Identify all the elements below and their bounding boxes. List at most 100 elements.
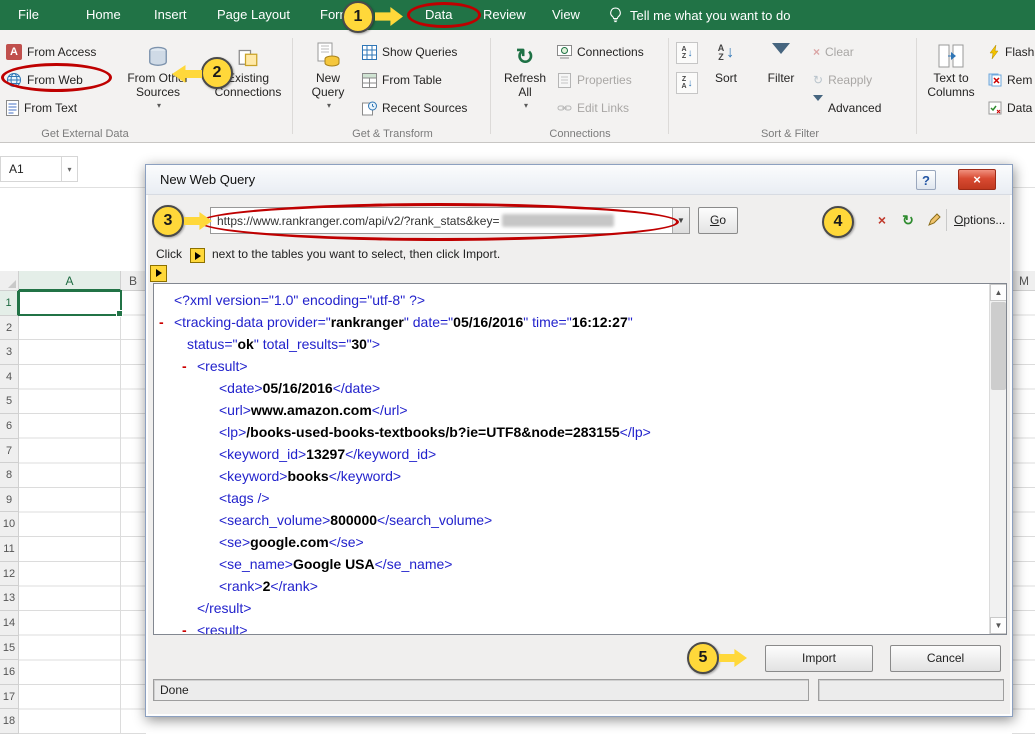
row-header[interactable]: 8	[0, 463, 19, 488]
chevron-down-icon: ▾	[524, 99, 528, 113]
sort-za-button[interactable]: ZA↓	[676, 72, 698, 94]
row-header[interactable]: 12	[0, 562, 19, 587]
options-button[interactable]: Options...	[954, 213, 1005, 227]
dialog-title-bar[interactable]: New Web Query ? ×	[146, 165, 1012, 195]
advanced-button[interactable]: Advanced	[813, 96, 881, 120]
funnel-icon	[772, 38, 790, 68]
collapse-toggle[interactable]: -	[159, 311, 164, 333]
row-header[interactable]: 17	[0, 685, 19, 710]
collapse-toggle[interactable]: -	[182, 619, 187, 634]
text-to-columns-button[interactable]: Text to Columns	[920, 38, 982, 99]
row-header[interactable]: 3	[0, 340, 19, 365]
from-text-button[interactable]: From Text	[6, 96, 77, 120]
refresh-all-button[interactable]: ↻ Refresh All ▾	[497, 38, 553, 113]
row-header[interactable]: 2	[0, 316, 19, 341]
row-header[interactable]: 16	[0, 660, 19, 685]
highlight-oval-data-tab	[407, 2, 481, 28]
stop-icon[interactable]: ×	[872, 210, 892, 230]
row-header[interactable]: 5	[0, 389, 19, 414]
group-label-get-external-data: Get External Data	[0, 128, 170, 140]
data-validation-icon	[988, 101, 1002, 115]
callout-4: 4	[822, 206, 854, 238]
chevron-down-icon: ▾	[157, 99, 161, 113]
properties-button: Properties	[557, 68, 632, 92]
row-header[interactable]: 14	[0, 611, 19, 636]
scrollbar-thumb[interactable]	[991, 302, 1006, 390]
tab-page-layout[interactable]: Page Layout	[213, 0, 294, 30]
flash-fill-icon	[988, 45, 1000, 59]
status-bar-secondary	[818, 679, 1004, 701]
xml-line: <se_name>Google USA</se_name>	[154, 553, 989, 575]
from-access-button[interactable]: A From Access	[6, 40, 96, 64]
cancel-button[interactable]: Cancel	[890, 645, 1001, 672]
highlight-oval-from-web	[1, 63, 112, 92]
row-header[interactable]: 6	[0, 414, 19, 439]
recent-sources-button[interactable]: Recent Sources	[362, 96, 467, 120]
row-header[interactable]: 1	[0, 291, 19, 316]
remove-duplicates-button[interactable]: Rem	[988, 68, 1032, 92]
ribbon: A From Access From Web From Text From Ot…	[0, 30, 1035, 143]
remove-duplicates-icon	[988, 73, 1002, 87]
import-button[interactable]: Import	[765, 645, 873, 672]
group-label-sort-filter: Sort & Filter	[690, 128, 890, 140]
data-validation-button[interactable]: Data	[988, 96, 1032, 120]
filter-button[interactable]: Filter	[757, 38, 805, 85]
tell-me-label: Tell me what you want to do	[630, 8, 790, 23]
tab-home[interactable]: Home	[82, 0, 125, 30]
close-button[interactable]: ×	[958, 169, 996, 190]
recent-clock-icon	[362, 101, 377, 116]
toolbar-separator	[946, 209, 947, 231]
column-header-a[interactable]: A	[19, 271, 121, 291]
queries-grid-icon	[362, 45, 377, 60]
sort-button[interactable]: AZ↓ Sort	[704, 38, 748, 85]
show-queries-button[interactable]: Show Queries	[362, 40, 457, 64]
row-header[interactable]: 18	[0, 709, 19, 734]
new-query-button[interactable]: New Query ▾	[299, 38, 357, 113]
tab-review[interactable]: Review	[479, 0, 530, 30]
tab-insert[interactable]: Insert	[150, 0, 191, 30]
vertical-scrollbar[interactable]: ▲ ▼	[989, 284, 1006, 634]
row-header[interactable]: 9	[0, 488, 19, 513]
connections-sheets-icon	[238, 38, 258, 68]
tab-file[interactable]: File	[14, 0, 43, 30]
group-label-get-transform: Get & Transform	[300, 128, 485, 140]
clear-icon: ×	[813, 45, 820, 59]
status-bar: Done	[153, 679, 809, 701]
name-box[interactable]: A1	[0, 156, 62, 182]
table-select-arrow-button[interactable]	[150, 264, 167, 281]
scroll-down-button[interactable]: ▼	[990, 617, 1007, 634]
sort-az-button[interactable]: AZ↓	[676, 42, 698, 64]
row-header[interactable]: 13	[0, 586, 19, 611]
row-header[interactable]: 4	[0, 365, 19, 390]
name-box-dropdown[interactable]: ▾	[62, 156, 78, 182]
group-label-connections: Connections	[490, 128, 670, 140]
column-header-m[interactable]: M	[1012, 271, 1035, 291]
refresh-icon[interactable]: ↻	[898, 210, 918, 230]
help-button[interactable]: ?	[916, 170, 936, 190]
row-header[interactable]: 7	[0, 439, 19, 464]
edit-icon[interactable]	[924, 210, 944, 230]
scroll-up-button[interactable]: ▲	[990, 284, 1007, 301]
reapply-icon: ↻	[813, 73, 823, 87]
connections-button[interactable]: Connections	[557, 40, 644, 64]
select-all-corner[interactable]	[0, 271, 19, 291]
flash-fill-button[interactable]: Flash	[988, 40, 1034, 64]
tab-view[interactable]: View	[548, 0, 584, 30]
row-header[interactable]: 15	[0, 636, 19, 661]
clear-button: × Clear	[813, 40, 854, 64]
tell-me-box[interactable]: Tell me what you want to do	[608, 0, 790, 30]
collapse-toggle[interactable]: -	[182, 355, 187, 377]
row-header[interactable]: 11	[0, 537, 19, 562]
properties-icon	[557, 73, 572, 88]
xml-line: -<tracking-data provider="rankranger" da…	[154, 311, 989, 333]
cell-area[interactable]	[19, 291, 146, 734]
from-table-button[interactable]: From Table	[362, 68, 442, 92]
cell-area-right-sliver[interactable]	[1012, 291, 1035, 734]
cell-a1-selection[interactable]	[18, 290, 122, 316]
go-button[interactable]: Go	[698, 207, 738, 234]
access-icon: A	[6, 44, 22, 60]
row-header[interactable]: 10	[0, 512, 19, 537]
lightbulb-icon	[608, 7, 623, 23]
column-header-b[interactable]: B	[121, 271, 146, 291]
callout-3: 3	[152, 205, 184, 237]
